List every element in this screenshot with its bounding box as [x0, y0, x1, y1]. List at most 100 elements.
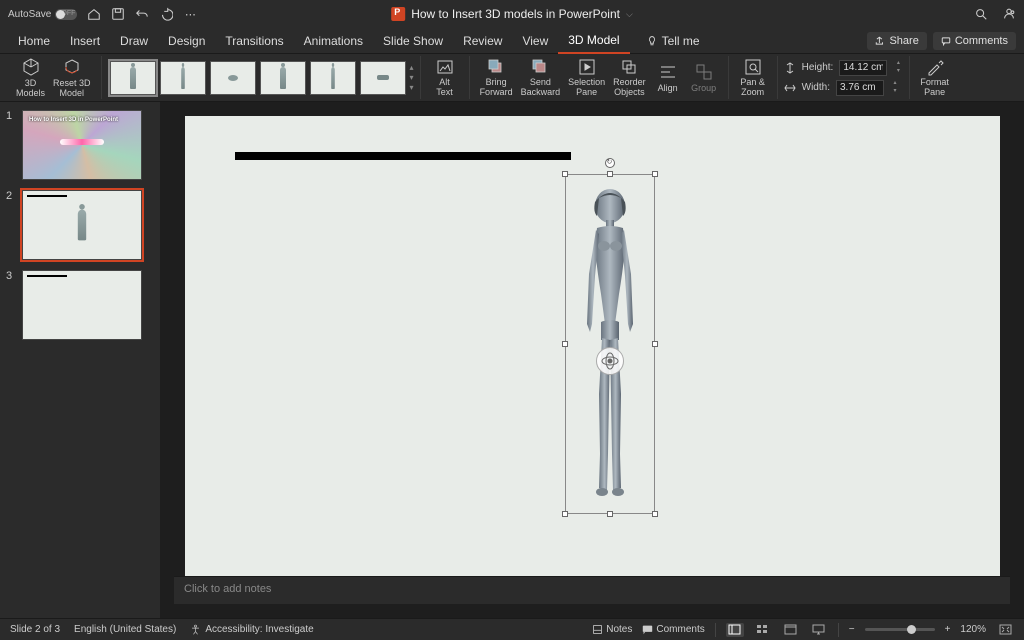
tab-design[interactable]: Design	[158, 28, 215, 54]
selection-box	[565, 174, 655, 514]
send-backward-label: Send Backward	[521, 78, 561, 98]
notes-pane[interactable]: Click to add notes	[174, 576, 1010, 604]
reorder-objects-button[interactable]: Reorder Objects	[609, 56, 650, 99]
reset-3d-button[interactable]: Reset 3D Model	[49, 56, 95, 99]
resize-handle-w[interactable]	[562, 341, 568, 347]
resize-handle-sw[interactable]	[562, 511, 568, 517]
comments-button[interactable]: Comments	[933, 32, 1016, 50]
view-front[interactable]	[110, 61, 156, 95]
save-icon[interactable]	[111, 7, 125, 21]
view-right[interactable]	[160, 61, 206, 95]
status-bar: Slide 2 of 3 English (United States) Acc…	[0, 618, 1024, 640]
pan-zoom-button[interactable]: Pan & Zoom	[735, 56, 771, 99]
tab-review[interactable]: Review	[453, 28, 512, 54]
tab-3d-model[interactable]: 3D Model	[558, 28, 629, 54]
view-back[interactable]	[260, 61, 306, 95]
3d-models-button[interactable]: 3D Models	[12, 56, 49, 99]
rotate-handle[interactable]	[605, 158, 615, 168]
slide-thumbnail-1[interactable]: How to Insert 3D in PowerPoint	[22, 110, 142, 180]
zoom-out-button[interactable]: −	[849, 624, 855, 635]
view-bottom[interactable]	[360, 61, 406, 95]
view-top[interactable]	[210, 61, 256, 95]
sorter-view-button[interactable]	[754, 623, 772, 637]
tab-draw[interactable]: Draw	[110, 28, 158, 54]
model-views-gallery: ▴ ▾ ▾	[102, 56, 421, 99]
canvas-area: Click to add notes	[160, 102, 1024, 618]
comments-label: Comments	[955, 35, 1008, 47]
tab-view[interactable]: View	[512, 28, 558, 54]
redo-icon[interactable]	[159, 7, 173, 21]
home-icon[interactable]	[87, 7, 101, 21]
zoom-in-button[interactable]: +	[945, 624, 951, 635]
zoom-level[interactable]: 120%	[960, 624, 986, 635]
title-placeholder[interactable]	[235, 152, 571, 160]
tab-animations[interactable]: Animations	[294, 28, 373, 54]
gallery-up-icon[interactable]: ▴	[410, 63, 414, 72]
slide1-title: How to Insert 3D in PowerPoint	[29, 117, 135, 123]
notes-toggle[interactable]: Notes	[592, 624, 632, 635]
chevron-down-icon[interactable]: ⌵	[626, 9, 633, 20]
gallery-more-icon[interactable]: ▾	[410, 83, 414, 92]
normal-view-button[interactable]	[726, 623, 744, 637]
reset-cube-icon	[62, 57, 82, 77]
more-icon[interactable]: ⋯	[183, 7, 197, 21]
undo-icon[interactable]	[135, 7, 149, 21]
height-spinner[interactable]: ▴▾	[893, 60, 903, 76]
width-label: Width:	[802, 82, 830, 93]
alt-text-button[interactable]: Alt Text	[427, 56, 463, 99]
ribbon-tabs: Home Insert Draw Design Transitions Anim…	[0, 28, 1024, 54]
selection-pane-button[interactable]: Selection Pane	[564, 56, 609, 99]
tell-me-label: Tell me	[662, 34, 700, 48]
bring-forward-label: Bring Forward	[480, 78, 513, 98]
autosave-state: OFF	[61, 10, 75, 17]
view-left[interactable]	[310, 61, 356, 95]
group-button[interactable]: Group	[686, 56, 722, 99]
accessibility-status[interactable]: Accessibility: Investigate	[190, 624, 313, 635]
group-label: Group	[691, 84, 716, 94]
slide-thumbnail-3[interactable]	[22, 270, 142, 340]
resize-handle-ne[interactable]	[652, 171, 658, 177]
autosave-toggle[interactable]: AutoSave OFF	[8, 9, 77, 20]
bring-forward-button[interactable]: Bring Forward	[476, 56, 517, 99]
share-button[interactable]: Share	[867, 32, 926, 50]
format-pane-icon	[925, 58, 945, 76]
language-status[interactable]: English (United States)	[74, 624, 176, 635]
account-icon[interactable]	[1002, 7, 1016, 21]
tab-insert[interactable]: Insert	[60, 28, 110, 54]
width-spinner[interactable]: ▴▾	[890, 80, 900, 96]
search-icon[interactable]	[974, 7, 988, 21]
3d-orbit-control[interactable]	[596, 347, 624, 375]
slide-counter[interactable]: Slide 2 of 3	[10, 624, 60, 635]
align-icon	[658, 62, 678, 82]
tell-me[interactable]: Tell me	[636, 28, 710, 54]
resize-handle-se[interactable]	[652, 511, 658, 517]
format-pane-button[interactable]: Format Pane	[916, 56, 953, 99]
group-icon	[694, 62, 714, 82]
comments-toggle[interactable]: Comments	[642, 624, 704, 635]
zoom-slider[interactable]	[865, 628, 935, 631]
slide-number-3: 3	[6, 270, 16, 340]
gallery-down-icon[interactable]: ▾	[410, 73, 414, 82]
reading-view-button[interactable]	[782, 623, 800, 637]
slide-number-1: 1	[6, 110, 16, 180]
fit-window-button[interactable]	[996, 623, 1014, 637]
3d-models-label: 3D Models	[16, 79, 45, 99]
send-backward-button[interactable]: Send Backward	[517, 56, 565, 99]
resize-handle-n[interactable]	[607, 171, 613, 177]
width-input[interactable]	[836, 80, 884, 96]
resize-handle-nw[interactable]	[562, 171, 568, 177]
slideshow-view-button[interactable]	[810, 623, 828, 637]
slide-canvas[interactable]	[185, 116, 1000, 576]
3d-model-selection[interactable]	[565, 174, 655, 514]
align-button[interactable]: Align	[650, 56, 686, 99]
tab-slideshow[interactable]: Slide Show	[373, 28, 453, 54]
height-input[interactable]	[839, 60, 887, 76]
resize-handle-s[interactable]	[607, 511, 613, 517]
tab-home[interactable]: Home	[8, 28, 60, 54]
pan-zoom-icon	[743, 58, 763, 76]
slide-thumbnail-2[interactable]	[22, 190, 142, 260]
tab-transitions[interactable]: Transitions	[215, 28, 293, 54]
width-icon	[784, 82, 796, 94]
resize-handle-e[interactable]	[652, 341, 658, 347]
comment-icon	[941, 36, 951, 46]
